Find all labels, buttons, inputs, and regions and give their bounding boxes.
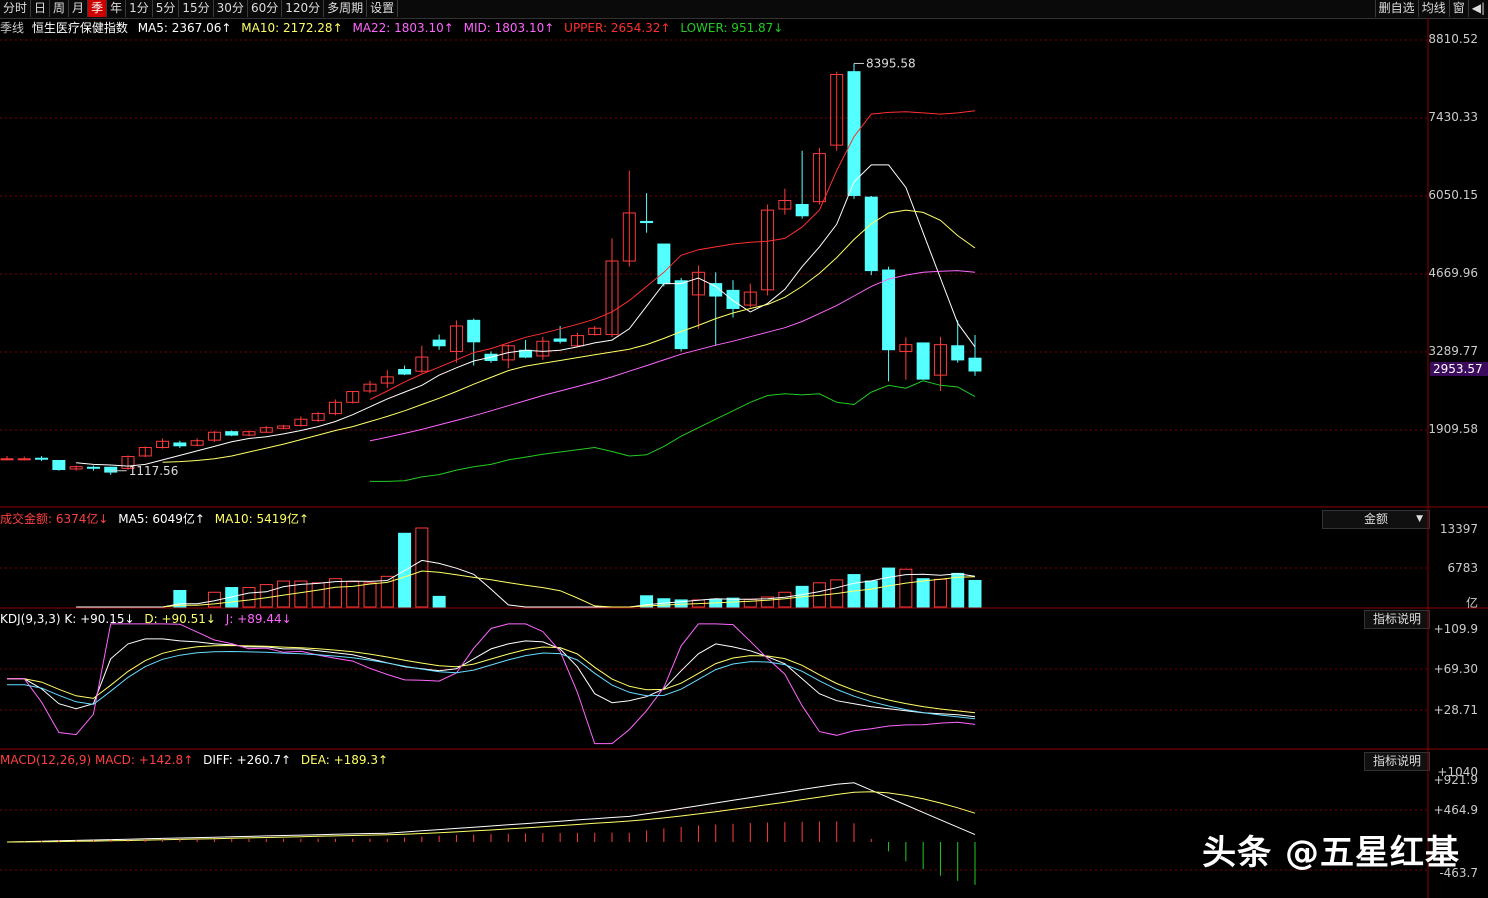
kdj-j-line bbox=[7, 623, 976, 745]
price-tick-label: 7430.33 bbox=[1428, 110, 1478, 124]
candle-body bbox=[968, 357, 982, 372]
high-annotation: 8395.58 bbox=[866, 56, 916, 70]
upper-band-line bbox=[369, 110, 976, 400]
price-tick-label: 6050.15 bbox=[1428, 187, 1478, 202]
price-tick-label: 4669.96 bbox=[1428, 265, 1478, 280]
ma5-line bbox=[76, 164, 976, 467]
kdj-tick-label: +69.30 bbox=[1433, 662, 1478, 676]
volume-bar bbox=[363, 582, 377, 608]
volume-bar bbox=[259, 584, 273, 608]
macd-tick-label: +921.9 bbox=[1433, 773, 1478, 787]
volume-bar bbox=[311, 582, 325, 608]
candle-body bbox=[553, 338, 567, 342]
candle-body bbox=[432, 339, 446, 347]
candle-body bbox=[17, 458, 31, 461]
candle-body bbox=[225, 431, 239, 436]
candle-body bbox=[467, 319, 481, 343]
macd-tick-label: +464.9 bbox=[1433, 803, 1478, 817]
lower-band-line bbox=[370, 380, 976, 482]
watermark: 头条 @五星红基 bbox=[1202, 833, 1460, 873]
volume-bar bbox=[432, 595, 446, 608]
stock-chart[interactable]: 8395.58 1117.56 bbox=[0, 0, 1488, 898]
low-annotation: 1117.56 bbox=[129, 464, 179, 478]
kdj-tick-label: +109.9 bbox=[1433, 622, 1478, 636]
candle-body bbox=[916, 342, 930, 380]
volume-tick-label: 6783 bbox=[1447, 561, 1478, 575]
candle-body bbox=[86, 466, 100, 469]
candle-body bbox=[173, 442, 187, 447]
candle-body bbox=[52, 459, 66, 471]
volume-bar bbox=[968, 579, 982, 608]
candle-body bbox=[674, 280, 688, 350]
candle-body bbox=[657, 243, 671, 285]
candle-body bbox=[640, 220, 654, 224]
volume-bar bbox=[882, 567, 896, 608]
candle-body bbox=[104, 466, 118, 473]
volume-bar bbox=[778, 591, 792, 608]
candle-body bbox=[795, 203, 809, 217]
volume-bar bbox=[242, 587, 256, 608]
candle-body bbox=[398, 369, 412, 375]
price-tick-label: 3289.77 bbox=[1428, 343, 1478, 358]
kdj-k-line bbox=[7, 638, 976, 718]
candle-body bbox=[35, 457, 49, 460]
volume-bar bbox=[328, 578, 342, 608]
kdj-tick-label: +28.71 bbox=[1433, 703, 1478, 717]
volume-bar bbox=[933, 578, 947, 608]
price-tick-label: 8810.52 bbox=[1428, 32, 1478, 46]
kdj-extra-line bbox=[7, 650, 976, 720]
macd-diff-line bbox=[6, 782, 976, 843]
price-tick-label: 1909.58 bbox=[1428, 422, 1478, 436]
kdj-d-line bbox=[7, 644, 976, 714]
candle-body bbox=[882, 269, 896, 351]
ma10-line bbox=[162, 209, 976, 463]
volume-bar bbox=[864, 580, 878, 608]
candle-body bbox=[847, 71, 861, 196]
candle-body bbox=[864, 196, 878, 272]
volume-ma5-line bbox=[76, 559, 976, 608]
candle-body bbox=[726, 289, 740, 309]
volume-tick-label: 亿 bbox=[1465, 596, 1478, 610]
current-price-tag: 2953.57 bbox=[1430, 362, 1488, 376]
volume-bar bbox=[916, 578, 930, 608]
candle-body bbox=[951, 345, 965, 361]
candle-body bbox=[0, 458, 14, 461]
volume-tick-label: 13397 bbox=[1439, 522, 1478, 536]
volume-bar bbox=[951, 572, 965, 608]
